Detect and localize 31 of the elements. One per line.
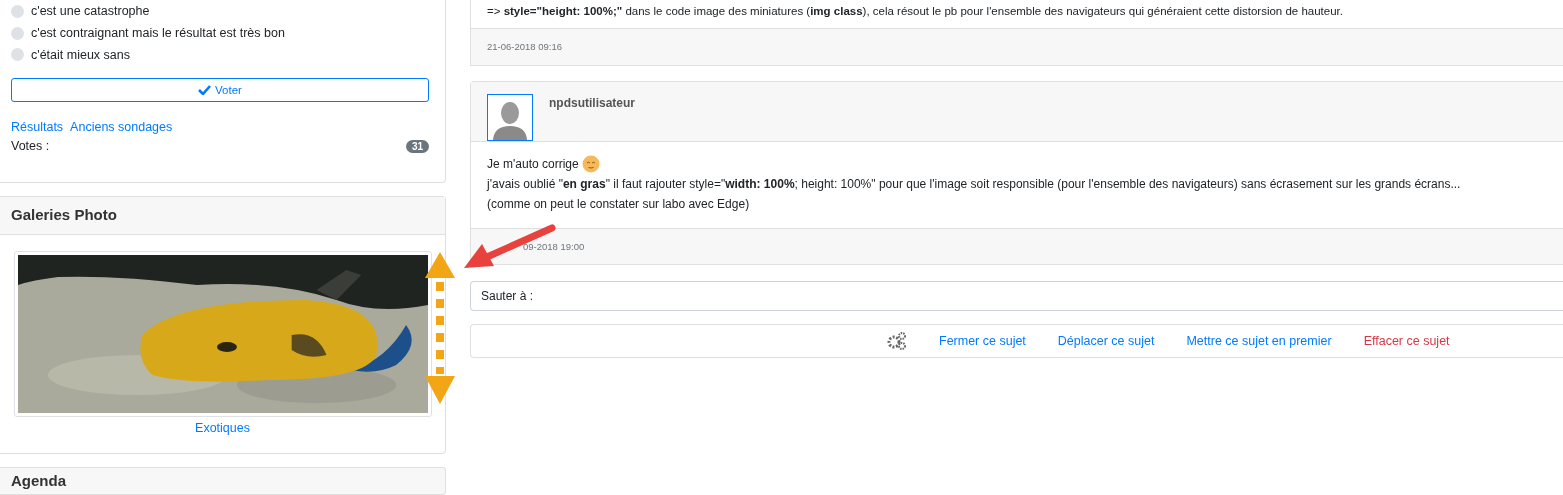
post-date: 09-2018 19:00 bbox=[522, 239, 585, 254]
check-icon bbox=[198, 85, 212, 96]
gallery-title: Galeries Photo bbox=[11, 205, 117, 225]
radio-button[interactable] bbox=[11, 26, 24, 40]
radio-button[interactable] bbox=[11, 4, 24, 18]
vote-button[interactable]: Voter bbox=[11, 78, 429, 103]
topic-action-link[interactable]: Fermer ce sujet bbox=[939, 331, 1026, 351]
gears-icon bbox=[887, 332, 907, 351]
option-label: c'est contraignant mais le résultat est très bon bbox=[31, 24, 285, 42]
votes-count: 31 bbox=[405, 139, 429, 153]
votes-label: Votes : bbox=[11, 138, 50, 155]
user-silhouette-icon bbox=[492, 100, 528, 141]
post-text: Je m'auto corrige bbox=[487, 156, 579, 174]
jump-bar[interactable]: Sauter à : bbox=[470, 281, 1563, 312]
agenda-title: Agenda bbox=[11, 470, 66, 491]
post-text: (comme on peut le constater sur labo avec Edge) bbox=[487, 196, 750, 214]
post-text: => style="height: 100%;" dans le code image des miniatures (img class), cela résout le pb pour l'ensemble des navigateurs qui généraient cette distorsion de hauteur. bbox=[487, 5, 1343, 17]
poll-link[interactable]: Anciens sondages bbox=[70, 118, 173, 137]
option-label: c'était mieux sans bbox=[31, 46, 130, 64]
topic-action-link[interactable]: Effacer ce sujet bbox=[1363, 331, 1450, 351]
topic-action-link[interactable]: Déplacer ce sujet bbox=[1057, 331, 1155, 351]
jump-label: Sauter à : bbox=[481, 288, 534, 306]
topic-action-link[interactable]: Mettre ce sujet en premier bbox=[1186, 331, 1332, 351]
gallery-link[interactable]: Exotiques bbox=[195, 418, 250, 438]
option-label: c'est une catastrophe bbox=[31, 3, 150, 20]
radio-button[interactable] bbox=[11, 48, 24, 62]
poll-link[interactable]: Résultats bbox=[11, 118, 64, 137]
author-name[interactable]: npdsutilisateur bbox=[549, 94, 635, 113]
post-text: j'avais oublié "en gras" il faut rajouter style="width: 100%; height: 100%" pour que l'image soit responsible (pour l'ensemble des navigateurs) sans écrasement sur les grands écrans... bbox=[487, 176, 1461, 194]
post-date: 21-06-2018 09:16 bbox=[487, 40, 562, 55]
emoji-icon bbox=[581, 155, 600, 174]
